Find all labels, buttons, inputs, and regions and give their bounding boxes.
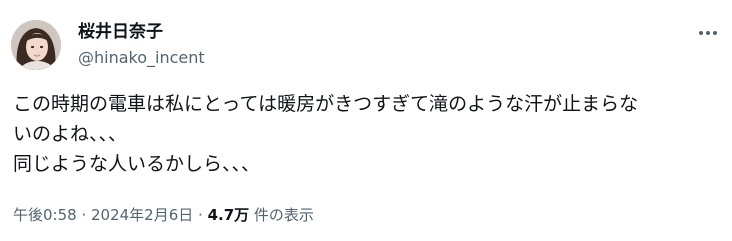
tweet-text-line: いのよね、、、 bbox=[13, 123, 128, 145]
tweet-time: 午後0:58 bbox=[13, 206, 77, 224]
more-options-icon bbox=[699, 31, 717, 35]
tweet-text-line: この時期の電車は私にとっては暖房がきつすぎて滝のような汗が止まらな bbox=[13, 93, 639, 115]
user-handle[interactable]: @hinako_incent bbox=[78, 47, 205, 69]
meta-separator: · bbox=[193, 206, 208, 224]
views-label: 件の表示 bbox=[249, 206, 314, 224]
meta-separator: · bbox=[76, 206, 91, 224]
avatar[interactable] bbox=[11, 20, 61, 70]
views-count: 4.7万 bbox=[207, 206, 250, 224]
profile-photo-icon bbox=[11, 20, 61, 70]
tweet-time-link[interactable]: 午後0:58 · 2024年2月6日 bbox=[13, 206, 193, 224]
tweet-text-line: 同じような人いるかしら、、、 bbox=[13, 153, 261, 175]
tweet-date: 2024年2月6日 bbox=[91, 206, 194, 224]
tweet-card: 桜井日奈子 @hinako_incent この時期の電車は私にとっては暖房がきつ… bbox=[0, 0, 732, 241]
display-name[interactable]: 桜井日奈子 bbox=[78, 20, 163, 44]
tweet-text: この時期の電車は私にとっては暖房がきつすぎて滝のような汗が止まらな いのよね、、… bbox=[13, 89, 718, 179]
more-options-button[interactable] bbox=[694, 20, 722, 46]
tweet-meta: 午後0:58 · 2024年2月6日 · 4.7万 件の表示 bbox=[13, 204, 314, 226]
